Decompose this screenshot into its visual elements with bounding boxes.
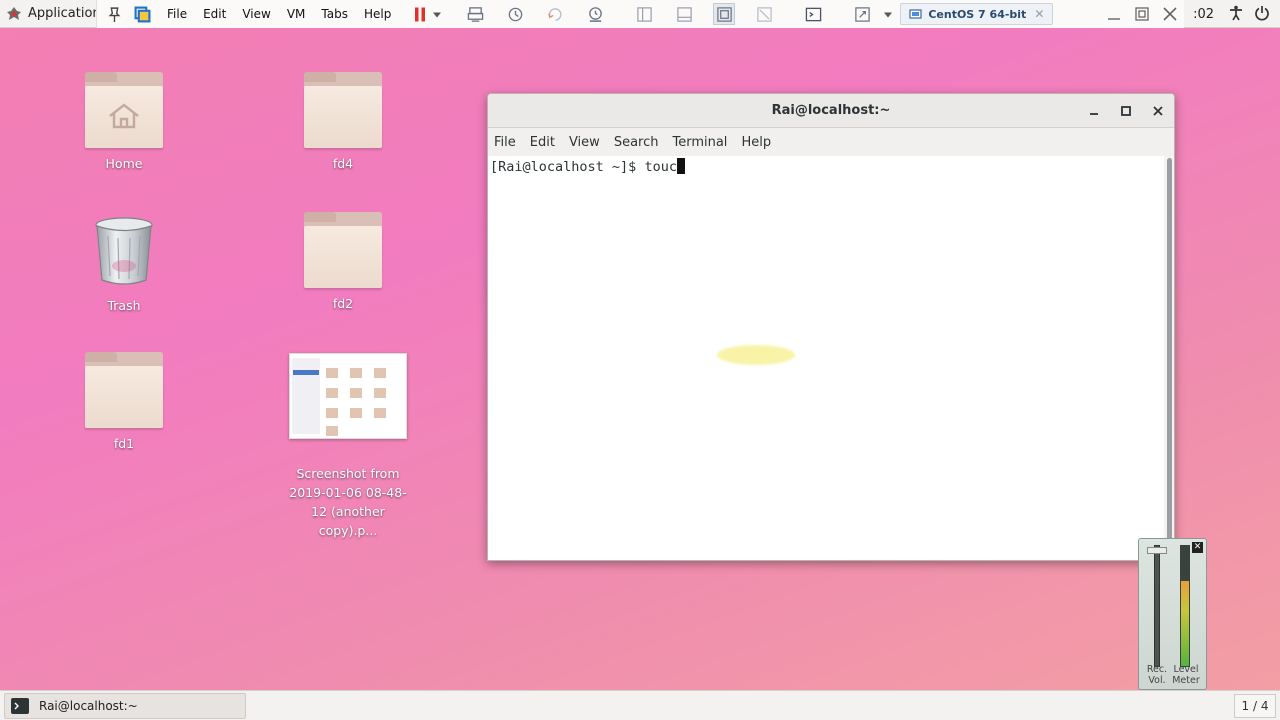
terminal-titlebar[interactable]: Rai@localhost:~ (488, 94, 1174, 128)
vm-tab-centos[interactable]: CentOS 7 64-bit ✕ (900, 3, 1054, 25)
console-icon[interactable] (802, 3, 824, 25)
stretch-icon[interactable] (851, 3, 873, 25)
recording-level-widget: ✕ Rec. Vol. Level Meter (1138, 538, 1207, 690)
vm-menu-tabs[interactable]: Tabs (313, 3, 356, 25)
terminal-menu-terminal[interactable]: Terminal (672, 135, 735, 150)
pin-icon[interactable] (103, 3, 125, 25)
widget-close-icon[interactable]: ✕ (1192, 542, 1203, 553)
level-meter (1180, 545, 1190, 667)
send-keys-icon[interactable] (464, 3, 486, 25)
desktop-icon-home[interactable]: Home (59, 72, 189, 171)
vmware-toolbar: File Edit View VM Tabs Help CentOS 7 64-… (96, 0, 1184, 28)
tab-close-icon[interactable]: ✕ (1034, 7, 1044, 21)
rec-volume-slider[interactable] (1154, 545, 1160, 667)
accessibility-icon[interactable] (1228, 5, 1244, 24)
desktop-icon-screenshot[interactable]: Screenshot from 2019-01-06 08-48- 12 (an… (283, 334, 413, 559)
close-icon[interactable] (1156, 5, 1184, 23)
text-cursor (676, 158, 685, 174)
system-tray: :02 (1184, 0, 1280, 28)
terminal-menu-edit[interactable]: Edit (530, 135, 563, 150)
snapshot-manager-icon[interactable] (584, 3, 606, 25)
terminal-scrollbar-thumb[interactable] (1167, 158, 1172, 558)
rec-volume-knob[interactable] (1147, 547, 1167, 554)
vmware-icon[interactable] (131, 3, 153, 25)
power-icon[interactable] (1254, 5, 1270, 24)
terminal-menu-search[interactable]: Search (614, 135, 667, 150)
applications-label: Application (28, 6, 101, 21)
taskbar-item-label: Rai@localhost:~ (39, 698, 138, 713)
fullscreen-icon[interactable] (713, 3, 736, 25)
top-bar: Application File Edit View VM Tabs Help (0, 0, 1280, 28)
level-meter-fill (1181, 581, 1189, 666)
terminal-icon (11, 697, 29, 714)
desktop-icon-label: fd4 (332, 156, 354, 171)
desktop-icon-label: fd2 (332, 296, 354, 311)
terminal-menu-view[interactable]: View (569, 135, 608, 150)
home-folder-icon (85, 72, 163, 148)
desktop-icon-label: Home (105, 156, 143, 171)
dropdown-icon[interactable] (431, 3, 443, 25)
bottom-taskbar: Rai@localhost:~ 1 / 4 (0, 690, 1280, 720)
restore-icon[interactable] (1128, 6, 1156, 22)
folder-icon (304, 72, 382, 148)
terminal-window: Rai@localhost:~ File Edit View Search Te… (487, 93, 1175, 561)
minimize-icon[interactable] (1100, 6, 1128, 22)
vm-menu-view[interactable]: View (234, 3, 278, 25)
terminal-prompt: [Rai@localhost ~]$ (490, 159, 645, 175)
revert-icon[interactable] (544, 3, 566, 25)
applications-menu[interactable]: Application (0, 0, 101, 27)
desktop-icon-fd4[interactable]: fd4 (278, 72, 408, 171)
clock[interactable]: :02 (1193, 7, 1214, 22)
level-meter-label: Level Meter (1172, 664, 1200, 686)
pause-icon[interactable] (413, 3, 427, 25)
vmware-window-controls (1100, 0, 1184, 28)
terminal-minimize-icon[interactable] (1085, 102, 1103, 120)
desktop-icon-trash[interactable]: Trash (59, 216, 189, 313)
trash-icon (94, 216, 154, 288)
vm-menu-file[interactable]: File (159, 3, 195, 25)
vm-menu-edit[interactable]: Edit (195, 3, 234, 25)
rec-vol-label: Rec. Vol. (1146, 664, 1168, 686)
terminal-input[interactable]: touc (644, 159, 677, 175)
vm-menu-vm[interactable]: VM (279, 3, 314, 25)
folder-icon (85, 352, 163, 428)
desktop-icon-fd2[interactable]: fd2 (278, 212, 408, 311)
terminal-content[interactable]: [Rai@localhost ~]$ touc (488, 156, 1164, 560)
terminal-menu-help[interactable]: Help (741, 135, 779, 150)
desktop-icon-label: Screenshot from 2019-01-06 08-48- 12 (an… (289, 466, 407, 538)
unity-icon[interactable] (753, 3, 775, 25)
terminal-close-icon[interactable] (1149, 102, 1167, 120)
vm-tab-label: CentOS 7 64-bit (928, 7, 1027, 21)
desktop-icon-fd1[interactable]: fd1 (59, 352, 189, 451)
applications-icon (6, 6, 22, 22)
image-thumbnail-icon (289, 353, 407, 439)
mouse-highlight (717, 345, 795, 365)
stretch-dropdown-icon[interactable] (882, 3, 894, 25)
desktop-icon-label: fd1 (113, 436, 135, 451)
vm-menu-help[interactable]: Help (356, 3, 399, 25)
terminal-menubar: File Edit View Search Terminal Help (488, 128, 1174, 156)
taskbar-item-terminal[interactable]: Rai@localhost:~ (4, 692, 246, 719)
single-window-icon[interactable] (673, 3, 695, 25)
terminal-maximize-icon[interactable] (1117, 102, 1135, 120)
folder-icon (304, 212, 382, 288)
snapshot-icon[interactable] (504, 3, 526, 25)
terminal-menu-file[interactable]: File (494, 135, 524, 150)
library-icon[interactable] (633, 3, 655, 25)
workspace-indicator[interactable]: 1 / 4 (1234, 694, 1276, 718)
vm-tab-icon (909, 8, 922, 19)
desktop-icon-label: Trash (107, 298, 141, 313)
terminal-title: Rai@localhost:~ (771, 103, 891, 118)
